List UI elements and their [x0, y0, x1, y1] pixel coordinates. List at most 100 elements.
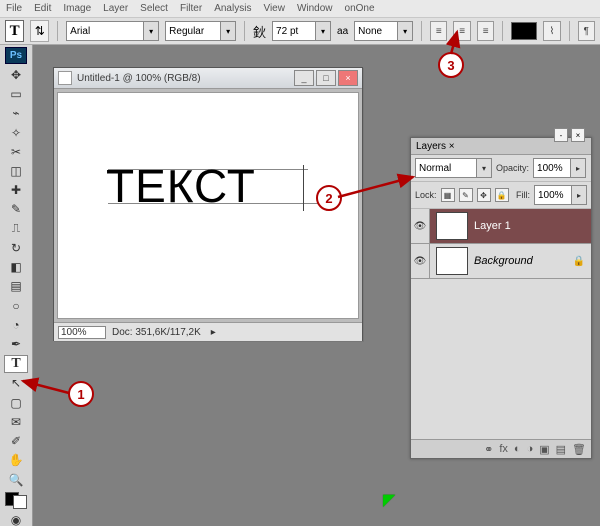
maximize-button[interactable]: □: [316, 70, 336, 86]
marquee-tool[interactable]: ▭: [4, 85, 28, 102]
healing-tool[interactable]: ✚: [4, 182, 28, 199]
blend-mode-combo[interactable]: ▾: [415, 158, 492, 178]
menu-view[interactable]: View: [263, 3, 285, 14]
antialias-input[interactable]: [355, 23, 397, 39]
quickmask-toggle[interactable]: ◉: [4, 511, 28, 526]
orientation-toggle[interactable]: ⇅: [30, 20, 49, 42]
crop-tool[interactable]: ✂: [4, 143, 28, 160]
fill-input[interactable]: [535, 187, 571, 203]
lasso-tool[interactable]: ⌁: [4, 105, 28, 122]
zoom-tool[interactable]: 🔍: [4, 471, 28, 488]
panel-minimize-icon[interactable]: -: [554, 128, 568, 142]
layer-row-selected[interactable]: 👁 T Layer 1: [411, 209, 591, 244]
font-weight-combo[interactable]: ▾: [165, 21, 236, 41]
layer-row[interactable]: 👁 Background 🔒: [411, 244, 591, 279]
menu-filter[interactable]: Filter: [180, 3, 202, 14]
menu-window[interactable]: Window: [297, 3, 333, 14]
lock-all-icon[interactable]: 🔒: [495, 188, 509, 202]
hand-tool[interactable]: ✋: [4, 452, 28, 469]
blur-tool[interactable]: ○: [4, 297, 28, 314]
background-swatch[interactable]: [13, 495, 27, 509]
fill-combo[interactable]: ▸: [534, 185, 587, 205]
lock-transparent-icon[interactable]: ▦: [441, 188, 455, 202]
align-center-icon[interactable]: ≡: [453, 21, 470, 41]
document-status-bar: 100% Doc: 351,6K/117,2K ▸: [54, 322, 362, 341]
eyedropper-tool[interactable]: ✐: [4, 432, 28, 449]
font-size-combo[interactable]: ▾: [272, 21, 331, 41]
notes-tool[interactable]: ✉: [4, 413, 28, 430]
eraser-tool[interactable]: ◧: [4, 259, 28, 276]
font-weight-input[interactable]: [166, 23, 220, 39]
type-tool[interactable]: T: [4, 355, 28, 373]
minimize-button[interactable]: _: [294, 70, 314, 86]
align-right-icon[interactable]: ≡: [477, 21, 494, 41]
document-titlebar[interactable]: Untitled-1 @ 100% (RGB/8) _ □ ×: [54, 68, 362, 89]
opacity-input[interactable]: [534, 160, 570, 176]
brush-tool[interactable]: ✎: [4, 201, 28, 218]
path-select-tool[interactable]: ↖: [4, 375, 28, 392]
chevron-down-icon[interactable]: ▾: [397, 22, 412, 40]
slice-tool[interactable]: ◫: [4, 162, 28, 179]
link-layers-icon[interactable]: ⚭: [484, 443, 493, 456]
antialias-combo[interactable]: ▾: [354, 21, 413, 41]
layer-group-icon[interactable]: ▣: [539, 443, 549, 456]
layer-thumb[interactable]: [436, 247, 468, 275]
document-icon: [58, 71, 72, 85]
warp-text-icon[interactable]: ⌇: [543, 21, 560, 41]
font-size-input[interactable]: [273, 23, 315, 39]
menu-onone[interactable]: onOne: [345, 3, 375, 14]
chevron-down-icon[interactable]: ▾: [143, 22, 158, 40]
visibility-toggle[interactable]: 👁: [411, 209, 430, 243]
shape-tool[interactable]: ▢: [4, 394, 28, 411]
callout-1: 1: [68, 381, 94, 407]
move-tool[interactable]: ✥: [4, 66, 28, 83]
menu-edit[interactable]: Edit: [34, 3, 51, 14]
chevron-right-icon[interactable]: ▸: [570, 159, 585, 177]
pen-tool[interactable]: ✒: [4, 336, 28, 353]
chevron-right-icon[interactable]: ▸: [571, 186, 586, 204]
type-tool-icon[interactable]: T: [5, 20, 24, 42]
lock-icon: 🔒: [573, 256, 585, 267]
stamp-tool[interactable]: ⎍: [4, 220, 28, 237]
paragraph-panel-icon[interactable]: ¶: [578, 21, 595, 41]
wand-tool[interactable]: ✧: [4, 124, 28, 141]
lock-position-icon[interactable]: ✥: [477, 188, 491, 202]
close-button[interactable]: ×: [338, 70, 358, 86]
opacity-combo[interactable]: ▸: [533, 158, 586, 178]
history-brush-tool[interactable]: ↻: [4, 239, 28, 256]
layer-fx-icon[interactable]: fx: [499, 443, 508, 455]
layer-name[interactable]: Layer 1: [474, 220, 511, 232]
text-color-swatch[interactable]: [511, 22, 537, 40]
color-swatches[interactable]: [5, 492, 27, 509]
document-title: Untitled-1 @ 100% (RGB/8): [77, 73, 201, 84]
gradient-tool[interactable]: ▤: [4, 278, 28, 295]
layer-mask-icon[interactable]: ◐: [514, 443, 521, 455]
info-menu-arrow[interactable]: ▸: [211, 327, 216, 338]
font-family-input[interactable]: [67, 23, 143, 39]
blend-mode-input[interactable]: [416, 160, 476, 176]
chevron-down-icon[interactable]: ▾: [476, 159, 491, 177]
layer-name[interactable]: Background: [474, 255, 533, 267]
layers-lock-row: Lock: ▦ ✎ ✥ 🔒 Fill: ▸: [411, 182, 591, 209]
new-layer-icon[interactable]: ▤: [556, 443, 566, 456]
panel-close-icon[interactable]: ×: [571, 128, 585, 142]
chevron-down-icon[interactable]: ▾: [315, 22, 330, 40]
chevron-down-icon[interactable]: ▾: [220, 22, 235, 40]
visibility-toggle[interactable]: 👁: [411, 244, 430, 278]
options-bar: T ⇅ ▾ ▾ 鈥 ▾ aa ▾ ≡ ≡ ≡ ⌇ ¶: [0, 18, 600, 45]
adjustment-layer-icon[interactable]: ◑: [527, 443, 534, 455]
menu-layer[interactable]: Layer: [103, 3, 128, 14]
menu-file[interactable]: File: [6, 3, 22, 14]
text-caret: [303, 165, 304, 211]
menu-image[interactable]: Image: [63, 3, 91, 14]
dodge-tool[interactable]: ◔: [4, 316, 28, 333]
lock-pixels-icon[interactable]: ✎: [459, 188, 473, 202]
align-left-icon[interactable]: ≡: [430, 21, 447, 41]
font-family-combo[interactable]: ▾: [66, 21, 159, 41]
delete-layer-icon[interactable]: 🗑: [572, 443, 586, 456]
document-canvas[interactable]: ТЕКСТ: [57, 92, 359, 319]
menu-select[interactable]: Select: [140, 3, 168, 14]
layer-thumb-type[interactable]: T: [436, 212, 468, 240]
menu-analysis[interactable]: Analysis: [214, 3, 251, 14]
zoom-field[interactable]: 100%: [58, 326, 106, 339]
